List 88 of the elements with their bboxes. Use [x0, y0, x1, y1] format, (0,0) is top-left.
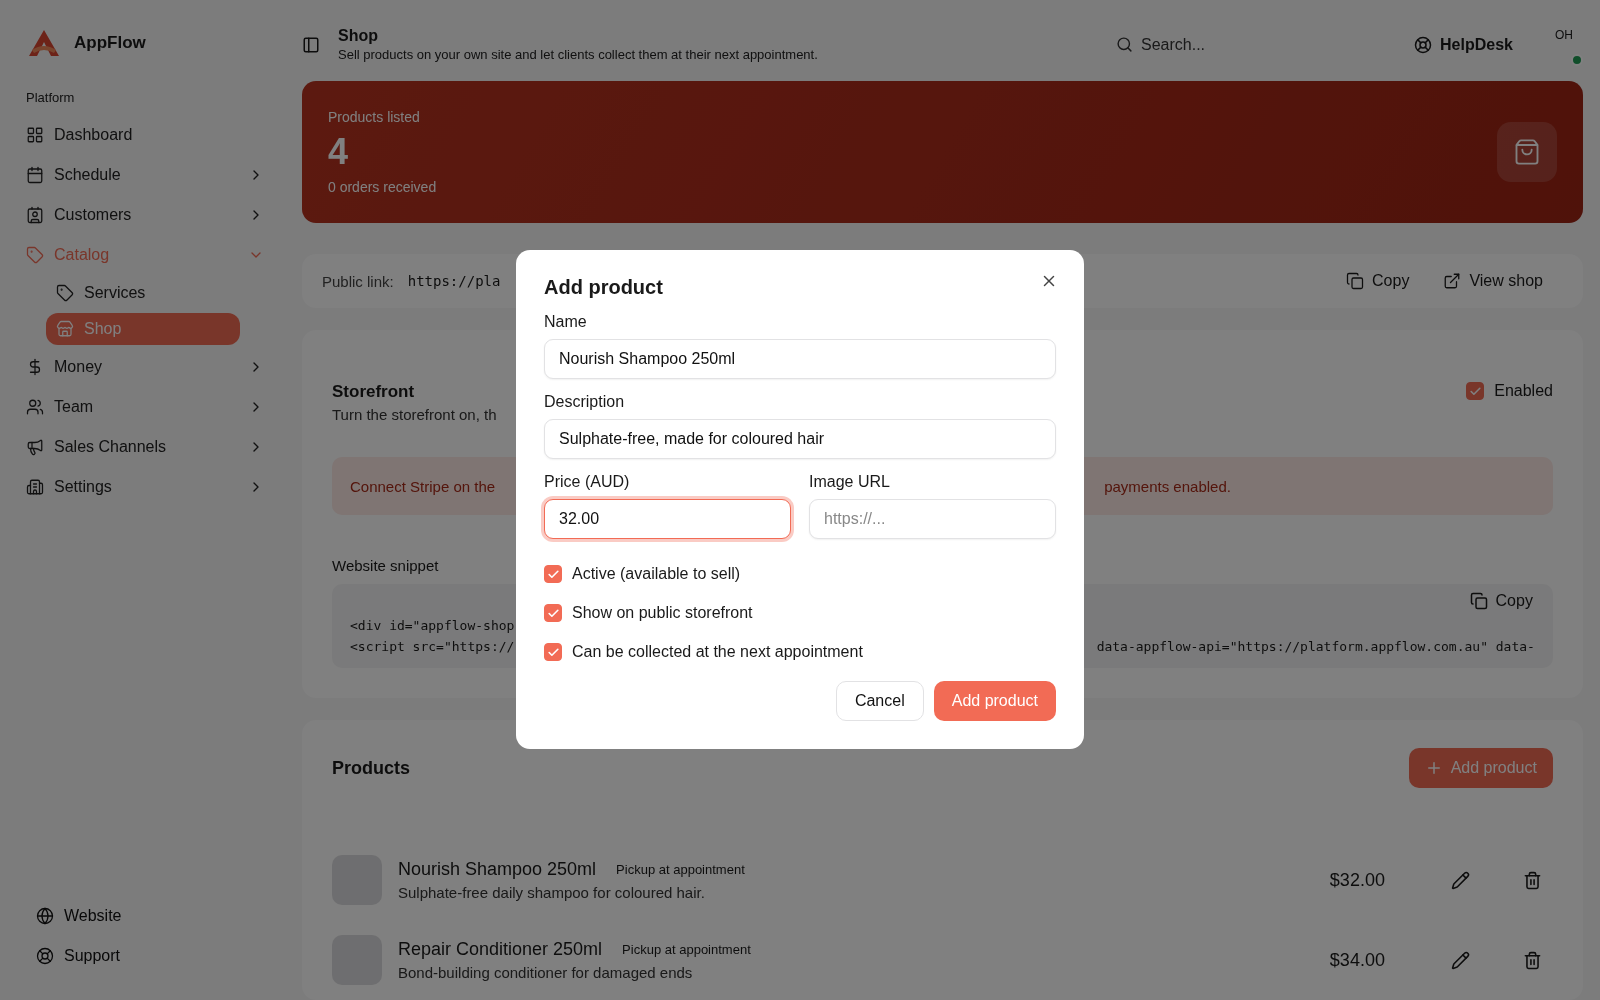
check-icon — [1468, 384, 1482, 398]
nav-item[interactable]: Team — [26, 387, 264, 427]
shopping-bag-icon — [1496, 122, 1557, 183]
nav-item[interactable]: Dashboard — [26, 115, 264, 155]
alert-text: Connect Stripe on the — [350, 477, 496, 495]
app-name: AppFlow — [74, 33, 146, 53]
external-link-icon — [1443, 272, 1462, 291]
public-link-url: https://pla — [407, 273, 501, 290]
products-title: Products — [332, 757, 410, 779]
contact-card-icon — [26, 206, 44, 224]
link-action-button[interactable]: View shop — [1433, 264, 1553, 299]
text-field[interactable]: 32.00 — [544, 499, 791, 539]
stat-note: 0 orders received — [328, 179, 437, 196]
section-label: Platform — [26, 90, 76, 105]
copy-icon — [1469, 592, 1488, 610]
search-icon — [1116, 36, 1133, 54]
product-description: Bond-building conditioner for damaged ends — [398, 964, 693, 981]
product-name: Repair Conditioner 250ml — [398, 939, 603, 960]
calendar-icon — [26, 166, 44, 184]
store-icon — [56, 320, 74, 338]
field-label: Price (AUD) — [544, 473, 631, 491]
field-label: Description — [544, 393, 626, 411]
pencil-icon — [1451, 870, 1471, 890]
nav-item[interactable]: Customers — [26, 195, 264, 235]
enabled-label: Enabled — [1494, 382, 1553, 400]
dialog-title: Add product — [544, 276, 663, 299]
copy-button[interactable]: Copy — [1469, 592, 1533, 610]
checkbox-label: Active (available to sell) — [572, 565, 741, 583]
checkbox[interactable] — [544, 643, 562, 661]
field-label: Name — [544, 313, 588, 331]
public-link-label: Public link: — [322, 272, 394, 290]
add-product-button[interactable]: Add product — [933, 681, 1056, 721]
code-line: <div id="appflow-shop — [350, 618, 515, 633]
text-field[interactable]: Nourish Shampoo 250ml — [544, 339, 1056, 379]
pickup-label: Pickup at appointment — [615, 861, 746, 879]
users-icon — [26, 398, 44, 416]
page-title: Shop — [338, 27, 379, 46]
lifebuoy-icon — [36, 947, 54, 965]
trash-icon — [1523, 870, 1543, 890]
grid-icon — [26, 126, 44, 144]
logo-icon — [26, 28, 62, 58]
check-icon — [546, 606, 560, 620]
code-line: data-appflow-api="https://platform.appflow.com.au" data- — [1096, 639, 1535, 654]
tag-icon — [56, 284, 74, 302]
nav-subitem[interactable]: Services — [46, 277, 240, 309]
alert-text: payments enabled. — [1104, 477, 1231, 495]
helpdesk-button[interactable]: HelpDesk — [1414, 35, 1513, 54]
field-label: Image URL — [809, 473, 891, 491]
enabled-checkbox[interactable] — [1466, 382, 1485, 400]
trash-icon — [1523, 950, 1543, 970]
check-icon — [546, 645, 560, 659]
product-price: $32.00 — [1329, 869, 1385, 891]
checkbox-label: Can be collected at the next appointment — [572, 643, 863, 661]
footer-link[interactable]: Support — [26, 936, 264, 976]
tag-icon — [26, 246, 44, 264]
storefront-title: Storefront — [332, 382, 415, 402]
globe-icon — [36, 907, 54, 925]
pencil-icon — [1451, 950, 1471, 970]
megaphone-icon — [26, 438, 44, 456]
checkbox[interactable] — [544, 565, 562, 583]
building-icon — [26, 478, 44, 496]
user-avatar[interactable]: OH — [1544, 27, 1583, 66]
cancel-button[interactable]: Cancel — [835, 681, 924, 721]
pickup-label: Pickup at appointment — [621, 941, 752, 959]
nav-item[interactable]: Sales Channels — [26, 427, 264, 467]
product-price: $34.00 — [1329, 949, 1385, 971]
text-field[interactable]: https://... — [809, 499, 1056, 539]
code-line: <script src="https:// — [350, 639, 515, 654]
page-subtitle: Sell products on your own site and let clients collect them at their next appointment. — [338, 47, 819, 63]
footer-link[interactable]: Website — [26, 896, 264, 936]
link-action-button[interactable]: Copy — [1336, 264, 1420, 299]
snippet-label: Website snippet — [332, 557, 439, 574]
nav-item[interactable]: Schedule — [26, 155, 264, 195]
stat-value: 4 — [328, 131, 349, 174]
checkbox[interactable] — [544, 604, 562, 622]
check-icon — [546, 567, 560, 581]
checkbox-label: Show on public storefront — [572, 604, 753, 622]
lifebuoy-icon — [1414, 35, 1432, 54]
text-field[interactable]: Sulphate-free, made for coloured hair — [544, 419, 1056, 459]
sidebar-toggle-icon[interactable] — [302, 35, 320, 54]
search-field[interactable]: Search... — [1116, 35, 1386, 54]
stat-label: Products listed — [328, 109, 420, 126]
nav-item[interactable]: Money — [26, 347, 264, 387]
nav-item[interactable]: Settings — [26, 467, 264, 507]
storefront-description: Turn the storefront on, th — [332, 406, 497, 423]
product-name: Nourish Shampoo 250ml — [398, 859, 597, 880]
product-description: Sulphate-free daily shampoo for coloured hair. — [398, 884, 705, 901]
copy-icon — [1346, 272, 1365, 291]
